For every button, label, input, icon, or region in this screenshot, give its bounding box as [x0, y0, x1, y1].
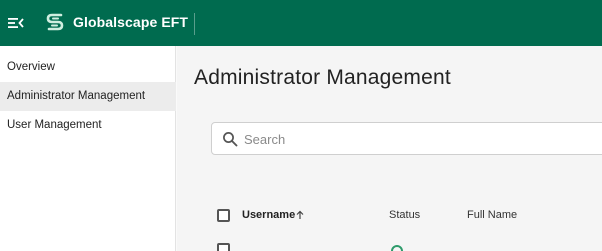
app-header: Globalscape EFT: [0, 0, 602, 46]
row-checkbox[interactable]: [217, 243, 230, 251]
select-all-checkbox[interactable]: [217, 209, 230, 222]
sidebar: Overview Administrator Management User M…: [0, 46, 176, 251]
page-title: Administrator Management: [194, 66, 451, 89]
arrow-up-icon[interactable]: [295, 210, 305, 220]
menu-collapse-icon[interactable]: [7, 14, 25, 32]
table-header: Username Status Full Name: [211, 202, 602, 230]
search-box[interactable]: [211, 122, 602, 155]
main-content: Administrator Management Username Status…: [177, 46, 602, 251]
column-header-username[interactable]: Username: [242, 209, 295, 221]
column-header-status[interactable]: Status: [389, 209, 420, 221]
brand-name: Globalscape EFT: [73, 14, 189, 30]
sidebar-item-user-management[interactable]: User Management: [0, 111, 176, 140]
table-row[interactable]: [211, 238, 602, 251]
search-icon: [223, 132, 238, 147]
sidebar-item-administrator-management[interactable]: Administrator Management: [0, 82, 176, 111]
search-input[interactable]: [244, 128, 594, 150]
sidebar-item-overview[interactable]: Overview: [0, 53, 176, 82]
globalscape-logo-icon: [46, 13, 64, 31]
status-icon: [391, 245, 403, 251]
column-header-full-name[interactable]: Full Name: [467, 209, 517, 221]
header-divider: [194, 13, 195, 35]
